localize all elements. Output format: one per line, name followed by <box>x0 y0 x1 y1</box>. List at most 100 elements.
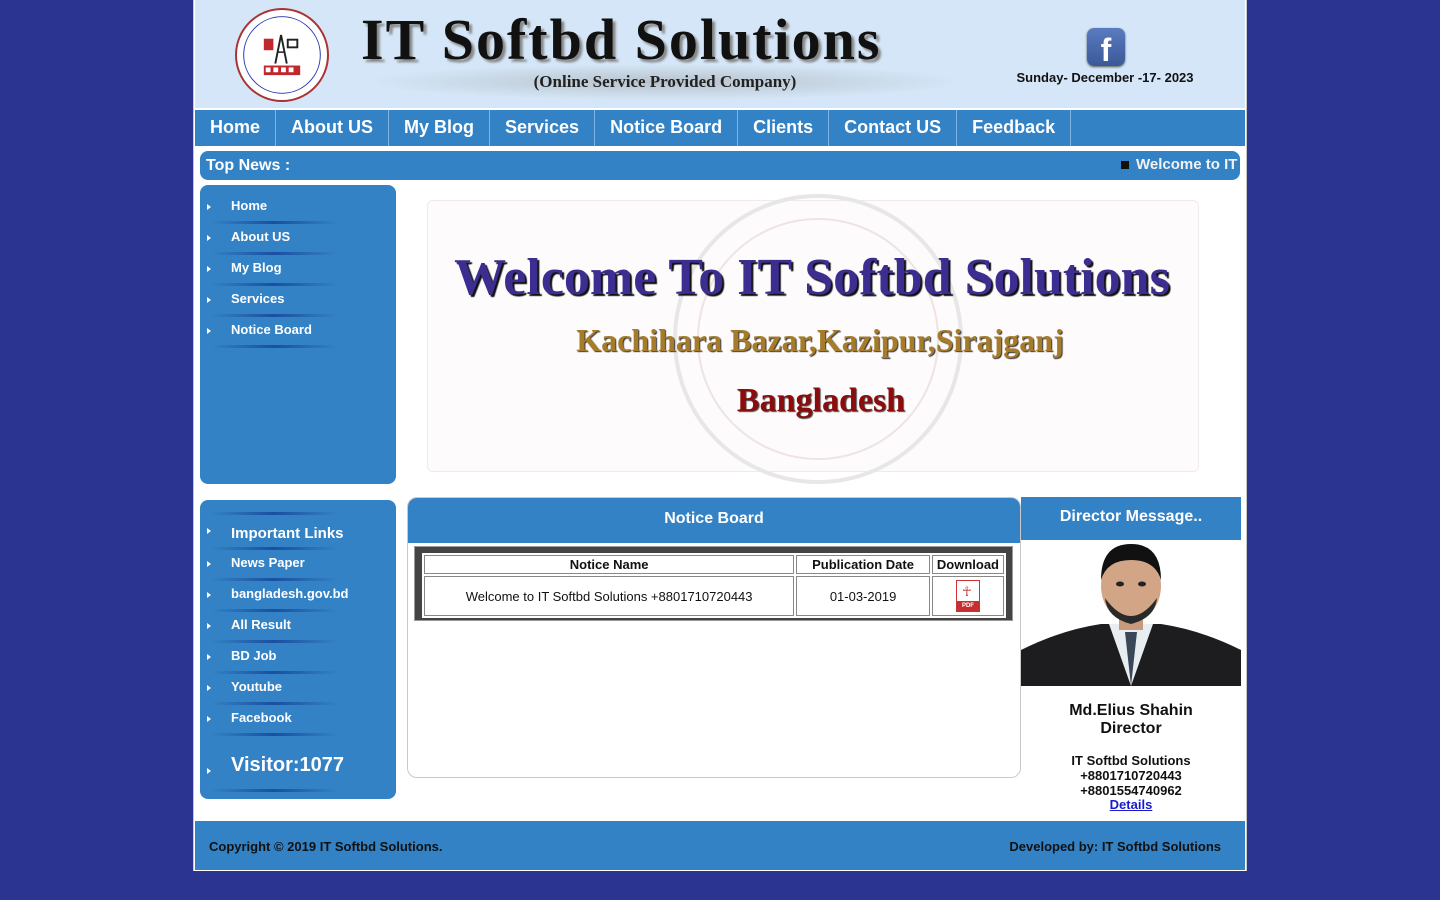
visitor-counter: Visitor:1077 <box>200 748 396 794</box>
nav-notice-board[interactable]: Notice Board <box>595 110 739 146</box>
link-label: bangladesh.gov.bd <box>231 586 349 601</box>
sidebar-item-notice-board[interactable]: Notice Board <box>200 319 396 350</box>
divider <box>210 609 338 612</box>
pdf-label: PDF <box>956 601 979 611</box>
sidebar-item-my-blog[interactable]: My Blog <box>200 257 396 288</box>
download-cell: ☥ PDF <box>931 576 1004 616</box>
divider <box>210 512 338 515</box>
phone-number: +8801710720443 <box>1080 768 1182 783</box>
welcome-banner: Welcome To IT Softbd Solutions Kachihara… <box>405 188 1219 488</box>
divider <box>210 671 338 674</box>
nav-feedback[interactable]: Feedback <box>957 110 1072 146</box>
news-ticker: Top News : Welcome to IT <box>200 151 1240 180</box>
sidebar-item-label: Home <box>231 198 268 213</box>
sidebar-item-about-us[interactable]: About US <box>200 226 396 257</box>
divider <box>210 345 338 348</box>
facebook-icon[interactable]: f <box>1087 28 1125 68</box>
ticker-label: Top News : <box>206 157 291 174</box>
divider <box>210 789 338 792</box>
section-heading: Important Links <box>231 525 344 542</box>
sidebar-item-label: Services <box>231 291 285 306</box>
sidebar-item-label: Notice Board <box>231 322 312 337</box>
divider <box>210 547 338 550</box>
logo-emblem <box>243 16 321 94</box>
sidebar-item-label: My Blog <box>231 260 282 275</box>
phone-number: +8801554740962 <box>1080 783 1182 798</box>
link-bd-job[interactable]: BD Job <box>200 645 396 676</box>
link-bangladesh-gov[interactable]: bangladesh.gov.bd <box>200 583 396 614</box>
main-nav: Home About US My Blog Services Notice Bo… <box>195 110 1245 146</box>
ticker-bullet-icon <box>1121 161 1129 169</box>
director-panel: Director Message.. Md.Elius Shahin Direc… <box>1021 497 1241 817</box>
divider <box>210 578 338 581</box>
sidebar-item-label: About US <box>231 229 291 244</box>
nav-my-blog[interactable]: My Blog <box>389 110 490 146</box>
arrow-right-icon <box>207 654 211 660</box>
link-facebook[interactable]: Facebook <box>200 707 396 738</box>
arrow-right-icon <box>207 266 211 272</box>
nav-home[interactable]: Home <box>195 110 277 146</box>
link-label: Facebook <box>231 710 292 725</box>
divider <box>210 640 338 643</box>
nav-clients[interactable]: Clients <box>738 110 830 146</box>
sidebar-important-links: Important Links News Paper bangladesh.go… <box>200 500 396 799</box>
divider <box>210 702 338 705</box>
divider <box>210 314 338 317</box>
pdf-icon[interactable]: ☥ PDF <box>955 580 980 612</box>
arrow-right-icon <box>207 685 211 691</box>
sidebar-main-menu: Home About US My Blog Services Notice Bo… <box>200 185 396 484</box>
company-logo[interactable] <box>235 8 329 102</box>
arrow-right-icon <box>207 328 211 334</box>
director-portrait-image <box>1021 540 1241 686</box>
table-row: Welcome to IT Softbd Solutions +88017107… <box>424 576 1004 616</box>
table-header-row: Notice Name Publication Date Download <box>424 555 1004 574</box>
link-all-result[interactable]: All Result <box>200 614 396 645</box>
link-news-paper[interactable]: News Paper <box>200 552 396 583</box>
arrow-right-icon <box>207 204 211 210</box>
banner-country: Bangladesh <box>736 382 906 419</box>
developer-credit: Developed by: IT Softbd Solutions <box>1009 839 1221 854</box>
arrow-right-icon <box>207 561 211 567</box>
divider <box>210 221 338 224</box>
acrobat-mark-icon: ☥ <box>961 584 972 599</box>
publication-date-cell: 01-03-2019 <box>796 576 930 616</box>
ticker-text[interactable]: Welcome to IT <box>1136 151 1240 179</box>
link-label: News Paper <box>231 555 305 570</box>
link-label: BD Job <box>231 648 277 663</box>
director-title: Director <box>1100 720 1162 737</box>
copyright-text: Copyright © 2019 IT Softbd Solutions. <box>209 839 443 854</box>
link-label: Youtube <box>231 679 283 694</box>
visitor-count: Visitor:1077 <box>231 754 345 776</box>
site-footer: Copyright © 2019 IT Softbd Solutions. De… <box>195 821 1245 870</box>
notice-board-heading: Notice Board <box>408 498 1020 543</box>
important-links-heading: Important Links <box>200 519 396 552</box>
divider <box>210 283 338 286</box>
current-date: Sunday- December -17- 2023 <box>1016 70 1194 85</box>
sidebar-item-home[interactable]: Home <box>200 195 396 226</box>
director-name: Md.Elius Shahin <box>1069 702 1193 719</box>
nav-services[interactable]: Services <box>490 110 596 146</box>
site-header: IT Softbd Solutions (Online Service Prov… <box>195 0 1245 108</box>
page-container: IT Softbd Solutions (Online Service Prov… <box>193 0 1247 871</box>
banner-location: Kachihara Bazar,Kazipur,Sirajganj <box>576 322 1064 358</box>
sidebar-item-services[interactable]: Services <box>200 288 396 319</box>
nav-contact-us[interactable]: Contact US <box>829 110 958 146</box>
notice-name-cell: Welcome to IT Softbd Solutions +88017107… <box>424 576 795 616</box>
divider <box>210 733 338 736</box>
director-photo <box>1021 540 1241 686</box>
notice-table-frame: Notice Name Publication Date Download We… <box>414 546 1013 621</box>
divider <box>210 252 338 255</box>
arrow-right-icon <box>207 528 211 534</box>
arrow-right-icon <box>207 623 211 629</box>
arrow-right-icon <box>207 297 211 303</box>
link-label: All Result <box>231 617 291 632</box>
column-header: Publication Date <box>796 555 930 574</box>
director-heading: Director Message.. <box>1021 497 1241 542</box>
nav-about-us[interactable]: About US <box>276 110 389 146</box>
arrow-right-icon <box>207 716 211 722</box>
details-link[interactable]: Details <box>1021 797 1241 812</box>
arrow-right-icon <box>207 592 211 598</box>
arrow-right-icon <box>207 768 211 774</box>
notice-board: Notice Board Notice Name Publication Dat… <box>407 497 1021 778</box>
link-youtube[interactable]: Youtube <box>200 676 396 707</box>
